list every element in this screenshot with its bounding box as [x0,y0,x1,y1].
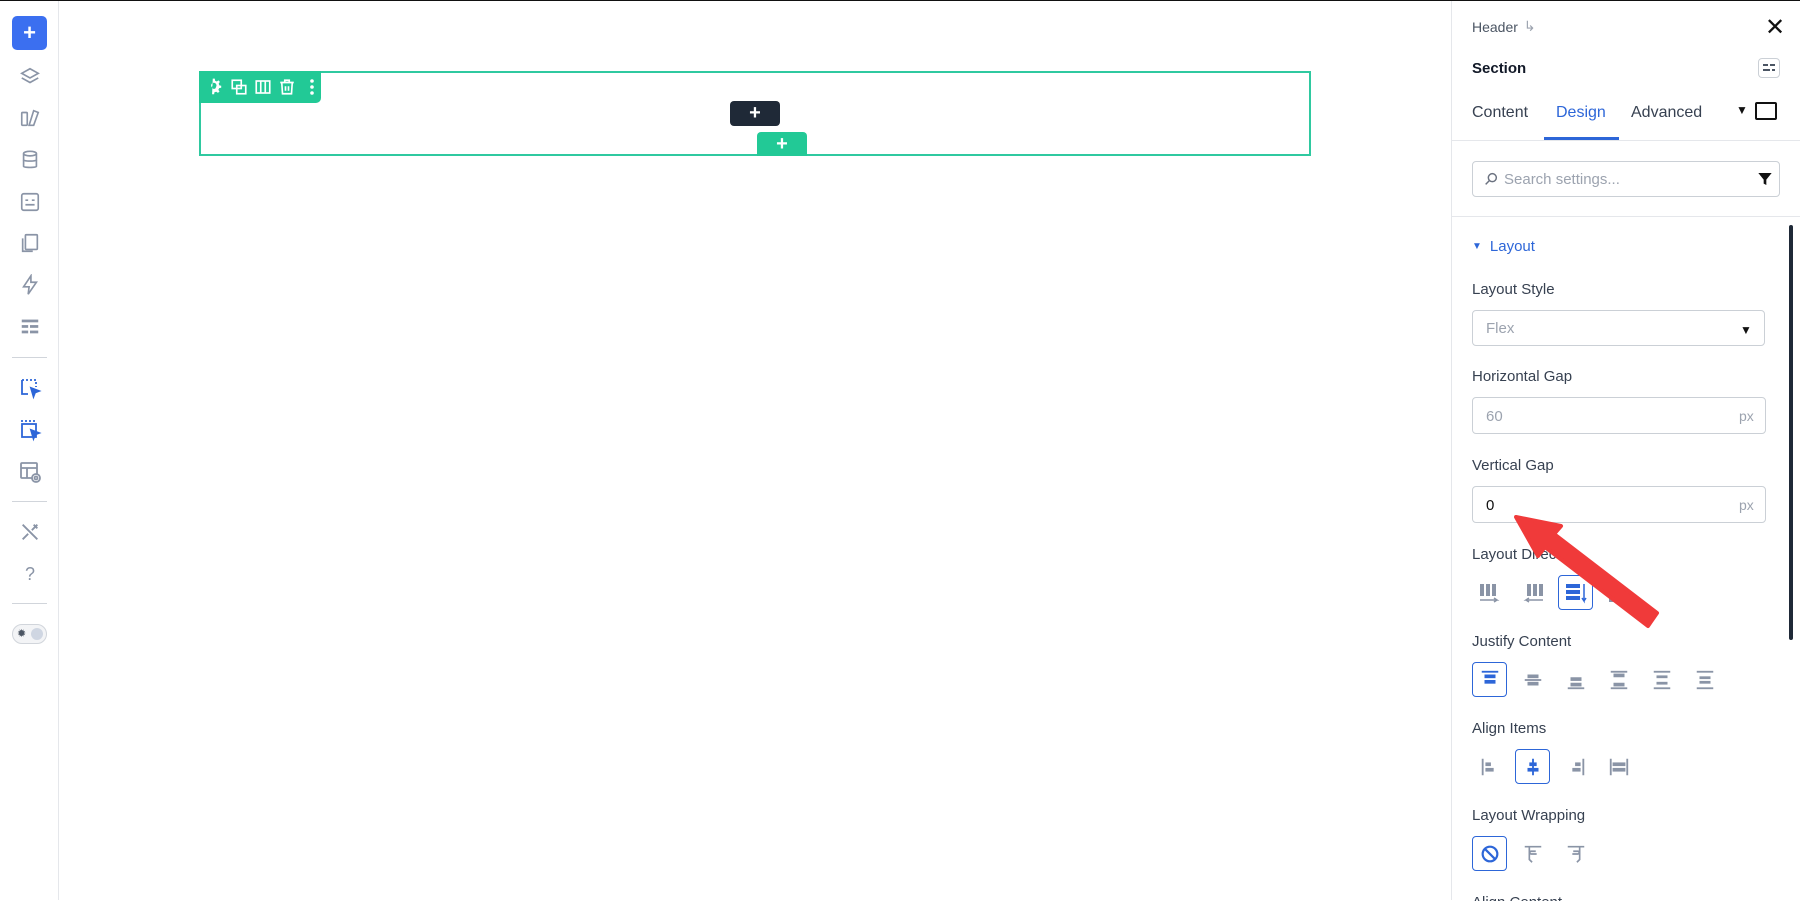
horizontal-gap-value: 60 [1486,408,1503,425]
tab-content[interactable]: Content [1472,104,1528,122]
add-section-button[interactable]: + [757,132,807,156]
vertical-gap-unit[interactable]: px [1739,497,1754,513]
align-items-label: Align Items [1472,720,1547,737]
justify-center-icon[interactable] [1515,662,1550,697]
justify-space-between-icon[interactable] [1601,662,1636,697]
design-library-icon[interactable] [12,100,48,136]
sun-icon: ✹ [17,628,27,640]
horizontal-gap-field[interactable]: 60 px [1472,397,1766,434]
lightning-icon[interactable] [12,267,48,303]
justify-start-icon[interactable] [1472,662,1507,697]
breadcrumb[interactable]: Header ↳ [1472,18,1536,35]
justify-content-options [1472,662,1722,697]
no-wrap-icon[interactable] [1472,836,1507,871]
columns-icon[interactable] [254,78,272,97]
group-title: Layout [1489,238,1535,255]
tab-design[interactable]: Design [1556,104,1606,122]
align-stretch-icon[interactable] [1601,749,1636,784]
wrap-icon[interactable] [1515,836,1550,871]
layout-icon[interactable] [12,308,48,344]
vertical-gap-field[interactable]: 0 px [1472,486,1766,523]
align-items-options [1472,749,1636,784]
direction-row-reverse-icon[interactable] [1515,575,1550,610]
toolbar-divider [12,603,47,604]
select-element-icon[interactable] [12,370,48,406]
add-button[interactable]: + [12,16,47,50]
active-tab-indicator [1544,137,1619,140]
template-preview-icon[interactable] [12,454,48,490]
horizontal-gap-unit[interactable]: px [1739,408,1754,424]
panel-divider [1452,216,1800,217]
search-settings-field[interactable] [1472,161,1780,197]
left-toolbar: + ? ✹ [0,1,59,900]
tab-advanced[interactable]: Advanced [1631,104,1702,122]
settings-panel: Header ↳ ✕ Section Content Design Advanc… [1451,1,1800,901]
tools-icon[interactable] [12,514,48,550]
trash-icon[interactable] [278,78,296,97]
panel-scrollbar[interactable] [1789,225,1793,640]
wrap-reverse-icon[interactable] [1558,836,1593,871]
section-toolbar [199,71,321,103]
align-start-icon[interactable] [1472,749,1507,784]
layout-style-select[interactable]: Flex ▼ [1472,310,1765,346]
search-input[interactable] [1504,169,1744,189]
layout-style-value: Flex [1486,320,1515,337]
help-icon[interactable]: ? [12,556,48,592]
direction-column-reverse-icon[interactable] [1601,575,1636,610]
add-element-button[interactable]: + [730,101,780,126]
breadcrumb-return-icon: ↳ [1523,18,1536,34]
direction-row-icon[interactable] [1472,575,1507,610]
layers-icon[interactable] [12,59,48,95]
layout-direction-options [1472,575,1636,610]
toolbar-divider [12,501,47,502]
more-vertical-icon[interactable] [303,78,321,97]
layout-wrapping-options [1472,836,1593,871]
vertical-gap-label: Vertical Gap [1472,457,1554,474]
direction-column-icon[interactable] [1558,575,1593,610]
panel-tabs: Content Design Advanced ▼ [1452,91,1800,141]
filter-icon[interactable] [1757,171,1773,192]
layout-direction-label: Layout Direction [1472,546,1581,563]
layout-style-label: Layout Style [1472,281,1555,298]
layout-group-header[interactable]: ▼ Layout [1472,238,1535,255]
gear-icon[interactable] [205,78,223,97]
form-icon[interactable] [12,184,48,220]
caret-down-icon: ▼ [1472,241,1482,252]
toggle-knob [31,628,43,640]
database-icon[interactable] [12,142,48,178]
justify-space-evenly-icon[interactable] [1687,662,1722,697]
builder-canvas[interactable]: + + [60,1,1451,900]
align-center-icon[interactable] [1515,749,1550,784]
align-end-icon[interactable] [1558,749,1593,784]
select-multiple-icon[interactable] [12,412,48,448]
theme-toggle[interactable]: ✹ [12,624,47,644]
close-panel-button[interactable]: ✕ [1763,16,1787,40]
desktop-device-icon[interactable] [1755,102,1777,120]
vertical-gap-value: 0 [1486,497,1495,514]
pages-icon[interactable] [12,225,48,261]
breadcrumb-parent[interactable]: Header [1472,19,1518,35]
panel-options-icon[interactable] [1758,58,1780,78]
chevron-down-icon[interactable]: ▼ [1736,103,1748,117]
panel-title: Section [1472,60,1527,77]
justify-end-icon[interactable] [1558,662,1593,697]
justify-space-around-icon[interactable] [1644,662,1679,697]
toolbar-divider [12,357,47,358]
duplicate-icon[interactable] [229,78,247,97]
chevron-down-icon: ▼ [1740,323,1752,337]
horizontal-gap-label: Horizontal Gap [1472,368,1573,385]
layout-wrapping-label: Layout Wrapping [1472,807,1586,824]
justify-content-label: Justify Content [1472,633,1572,650]
search-icon [1483,171,1499,192]
